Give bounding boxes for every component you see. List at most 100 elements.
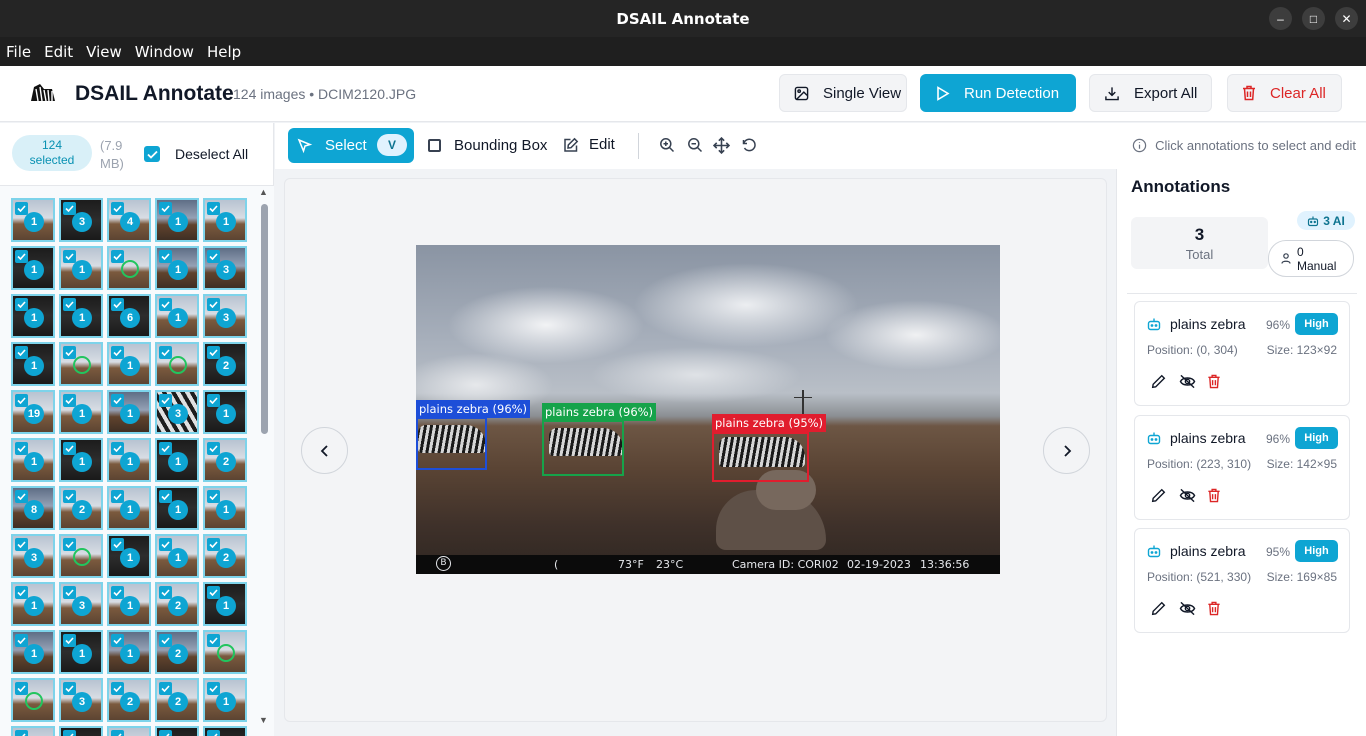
thumbnail-item[interactable]: 1 <box>11 198 55 242</box>
next-image-button[interactable] <box>1043 427 1090 474</box>
hide-annotation-icon[interactable] <box>1179 374 1196 389</box>
thumbnail-checkbox[interactable] <box>63 730 76 736</box>
thumbnail-item[interactable]: 1 <box>11 630 55 674</box>
thumbnail-checkbox[interactable] <box>63 586 76 599</box>
thumbnail-checkbox[interactable] <box>111 394 124 407</box>
edit-annotation-icon[interactable] <box>1151 374 1166 389</box>
thumbnail-checkbox[interactable] <box>159 490 172 503</box>
thumbnail-checkbox[interactable] <box>63 346 76 359</box>
thumbnail-item[interactable]: 1 <box>11 246 55 290</box>
previous-image-button[interactable] <box>301 427 348 474</box>
menu-view[interactable]: View <box>86 43 122 61</box>
thumbnail-checkbox[interactable] <box>159 634 172 647</box>
thumbnail-checkbox[interactable] <box>207 538 220 551</box>
thumbnail-checkbox[interactable] <box>207 202 220 215</box>
thumbnail-item[interactable]: 1 <box>11 342 55 386</box>
thumbnail-item[interactable] <box>107 726 151 736</box>
thumbnail-item[interactable]: 8 <box>11 486 55 530</box>
thumbnail-item[interactable] <box>203 630 247 674</box>
hide-annotation-icon[interactable] <box>1179 488 1196 503</box>
hide-annotation-icon[interactable] <box>1179 601 1196 616</box>
thumbnail-checkbox[interactable] <box>207 730 220 736</box>
thumbnail-checkbox[interactable] <box>111 490 124 503</box>
thumbnail-checkbox[interactable] <box>159 394 172 407</box>
clear-all-button[interactable]: Clear All <box>1227 74 1342 112</box>
thumbnail-item[interactable]: 1 <box>203 390 247 434</box>
annotation-card[interactable]: plains zebra 95% High Position: (521, 330) S… <box>1134 528 1350 633</box>
delete-annotation-icon[interactable] <box>1207 601 1221 616</box>
thumbnail-checkbox[interactable] <box>159 202 172 215</box>
bounding-box-tool-button[interactable]: Bounding Box <box>428 137 547 154</box>
thumbnail-checkbox[interactable] <box>63 490 76 503</box>
edit-tool-button[interactable]: Edit <box>563 136 615 153</box>
thumbnail-checkbox[interactable] <box>111 442 124 455</box>
thumbnail-checkbox[interactable] <box>15 250 28 263</box>
thumbnail-checkbox[interactable] <box>15 442 28 455</box>
reset-icon[interactable] <box>741 137 757 153</box>
run-detection-button[interactable]: Run Detection <box>920 74 1076 112</box>
thumbnail-checkbox[interactable] <box>159 298 172 311</box>
thumbnail-checkbox[interactable] <box>159 730 172 736</box>
thumbnail-checkbox[interactable] <box>159 346 172 359</box>
menu-edit[interactable]: Edit <box>44 43 73 61</box>
thumbnail-checkbox[interactable] <box>63 394 76 407</box>
sidebar-scrollbar[interactable] <box>261 204 268 434</box>
thumbnail-item[interactable]: 1 <box>11 726 55 736</box>
thumbnail-item[interactable]: 3 <box>59 582 103 626</box>
camera-trap-image[interactable]: plains zebra (96%) plains zebra (96%) pl… <box>416 245 1000 574</box>
thumbnail-checkbox[interactable] <box>15 490 28 503</box>
thumbnail-item[interactable]: 1 <box>107 438 151 482</box>
thumbnail-item[interactable]: 1 <box>59 246 103 290</box>
thumbnail-checkbox[interactable] <box>111 346 124 359</box>
thumbnail-item[interactable]: 3 <box>59 198 103 242</box>
thumbnail-item[interactable] <box>155 342 199 386</box>
edit-annotation-icon[interactable] <box>1151 488 1166 503</box>
thumbnail-item[interactable] <box>59 726 103 736</box>
minimize-button[interactable]: – <box>1269 7 1292 30</box>
thumbnail-item[interactable]: 2 <box>107 678 151 722</box>
thumbnail-item[interactable]: 2 <box>203 438 247 482</box>
thumbnail-checkbox[interactable] <box>63 298 76 311</box>
move-icon[interactable] <box>713 137 730 154</box>
thumbnail-item[interactable] <box>107 246 151 290</box>
thumbnail-item[interactable]: 1 <box>203 678 247 722</box>
thumbnail-checkbox[interactable] <box>159 538 172 551</box>
thumbnail-item[interactable]: 1 <box>107 630 151 674</box>
thumbnail-checkbox[interactable] <box>15 730 28 736</box>
thumbnail-item[interactable]: 1 <box>155 438 199 482</box>
thumbnail-item[interactable]: 4 <box>107 198 151 242</box>
thumbnail-item[interactable]: 1 <box>203 582 247 626</box>
annotation-card[interactable]: plains zebra 96% High Position: (0, 304) Siz… <box>1134 301 1350 406</box>
thumbnail-checkbox[interactable] <box>15 346 28 359</box>
menu-file[interactable]: File <box>6 43 31 61</box>
scroll-down-arrow-icon[interactable]: ▼ <box>259 715 268 725</box>
close-button[interactable]: ✕ <box>1335 7 1358 30</box>
thumbnail-item[interactable]: 1 <box>107 486 151 530</box>
thumbnail-checkbox[interactable] <box>15 538 28 551</box>
thumbnail-checkbox[interactable] <box>111 730 124 736</box>
thumbnail-item[interactable]: 1 <box>155 294 199 338</box>
thumbnail-item[interactable]: 1 <box>155 534 199 578</box>
thumbnail-checkbox[interactable] <box>15 202 28 215</box>
zoom-in-icon[interactable] <box>659 137 675 153</box>
thumbnail-checkbox[interactable] <box>207 442 220 455</box>
thumbnail-checkbox[interactable] <box>207 346 220 359</box>
thumbnail-item[interactable]: 1 <box>11 438 55 482</box>
detection-box-1[interactable] <box>416 417 487 470</box>
thumbnail-item[interactable]: 1 <box>59 630 103 674</box>
thumbnail-checkbox[interactable] <box>159 442 172 455</box>
thumbnail-item[interactable]: 3 <box>203 246 247 290</box>
thumbnail-checkbox[interactable] <box>207 634 220 647</box>
thumbnail-checkbox[interactable] <box>15 394 28 407</box>
thumbnail-item[interactable]: 1 <box>59 438 103 482</box>
thumbnail-checkbox[interactable] <box>15 586 28 599</box>
edit-annotation-icon[interactable] <box>1151 601 1166 616</box>
scroll-up-arrow-icon[interactable]: ▲ <box>259 187 268 197</box>
thumbnail-checkbox[interactable] <box>111 202 124 215</box>
thumbnail-checkbox[interactable] <box>111 538 124 551</box>
thumbnail-item[interactable]: 1 <box>11 582 55 626</box>
thumbnail-item[interactable]: 3 <box>203 294 247 338</box>
thumbnail-item[interactable]: 1 <box>107 534 151 578</box>
thumbnail-item[interactable]: 3 <box>59 678 103 722</box>
thumbnail-item[interactable] <box>203 726 247 736</box>
